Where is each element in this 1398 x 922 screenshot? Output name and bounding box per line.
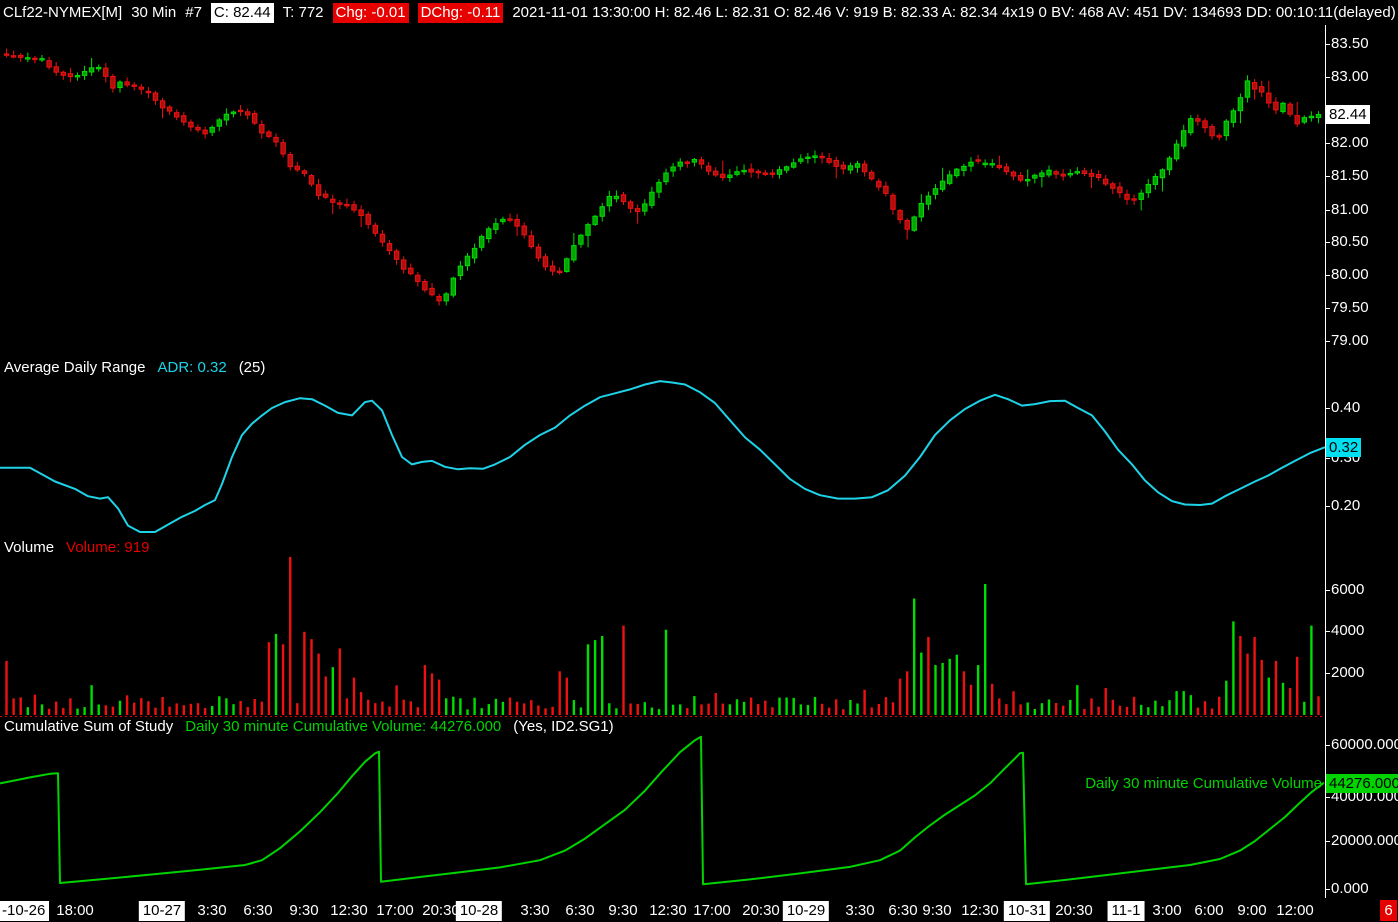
time-scale-time-label: 12:00 [1276,902,1314,919]
last-price-tag: 82.44 [1326,105,1370,124]
scale-value-label[interactable]: 82.00 [1331,134,1369,152]
cumulative-study-label: Cumulative Sum of Study Daily 30 minute C… [4,718,614,735]
scale-value-label[interactable]: 0.40 [1331,399,1360,417]
time-scale-time-label: 3:30 [197,902,227,919]
time-scale-time-label: 6:00 [1194,902,1224,919]
time-scale-time-label: 12:30 [961,902,999,919]
header-segment-4: T: 772 [282,3,324,21]
time-scale-date-label: 11-1 [1107,901,1145,921]
time-scale-time-label: 3:30 [845,902,875,919]
header-segment-0: CLf22-NYMEX[M] [3,3,123,21]
scale-value-label[interactable]: 79.50 [1331,299,1369,317]
scale-value-label[interactable]: 80.50 [1331,233,1369,251]
quote-header: CLf22-NYMEX[M] 30 Min #7 C: 82.44 T: 772 Chg:… [3,1,1396,24]
study-label-segment-0: Volume [4,539,55,556]
time-scale-date-label: 10-27 [138,901,186,921]
adr-line [0,380,1326,533]
study-label-segment-0: Average Daily Range [4,359,146,376]
scale-value-label[interactable]: 20000.000 [1331,832,1398,850]
chart-number-badge: 6 [1380,900,1397,921]
header-segment-3: C: 82.44 [210,2,274,23]
volume-study-label: Volume Volume: 919 [4,539,149,556]
time-scale-date-label: 10-28 [455,901,503,921]
candlesticks [3,53,1322,302]
cumulative-value-tag: 44276.000 [1326,774,1398,793]
time-scale-time-label: 17:00 [376,902,414,919]
header-segment-7: 2021-11-01 13:30:00 H: 82.46 L: 82.31 O:… [512,3,1396,21]
time-scale-date-label: -10-26 [0,901,50,921]
time-scale-time-label: 6:30 [888,902,918,919]
cumulative-volume-line [0,735,1325,886]
study-label-segment-1: Volume: 919 [66,539,150,556]
cumulative-series-label: Daily 30 minute Cumulative Volume [1085,775,1322,792]
time-scale-time-label: 20:30 [422,902,460,919]
header-segment-1: 30 Min [131,3,177,21]
scale-value-label[interactable]: 83.50 [1331,35,1369,53]
time-scale-time-label: 9:30 [922,902,952,919]
scale-value-label[interactable]: 6000 [1331,581,1364,599]
time-scale-time-label: 20:30 [1055,902,1093,919]
scale-value-label[interactable]: 0.000 [1331,880,1369,898]
scale-value-label[interactable]: 2000 [1331,664,1364,682]
study-label-segment-0: Cumulative Sum of Study [4,718,174,735]
study-label-segment-2: (Yes, ID2.SG1) [513,718,614,735]
trading-chart-window: CLf22-NYMEX[M] 30 Min #7 C: 82.44 T: 772 Chg:… [0,0,1398,922]
scale-value-label[interactable]: 4000 [1331,622,1364,640]
scale-value-label[interactable]: 81.00 [1331,201,1369,219]
study-label-segment-1: Daily 30 minute Cumulative Volume: 44276… [185,718,502,735]
scale-value-label[interactable]: 80.00 [1331,266,1369,284]
time-scale-time-label: 9:30 [289,902,319,919]
volume-bars [5,556,1320,715]
time-scale-time-label: 3:00 [1152,902,1182,919]
time-scale-time-label: 12:30 [330,902,368,919]
time-scale-time-label: 6:30 [565,902,595,919]
header-segment-5: Chg: -0.01 [332,2,409,23]
scale-value-label[interactable]: 81.50 [1331,167,1369,185]
study-label-segment-2: (25) [238,359,266,376]
time-scale-time-label: 12:30 [649,902,687,919]
header-segment-2: #7 [185,3,202,21]
scale-value-label[interactable]: 0.20 [1331,497,1360,515]
scale-value-label[interactable]: 79.00 [1331,332,1369,350]
time-scale-time-label: 3:30 [520,902,550,919]
time-scale-time-label: 18:00 [56,902,94,919]
time-scale-date-label: 10-29 [782,901,830,921]
time-scale-date-label: 10-31 [1003,901,1051,921]
scale-value-label[interactable]: 83.00 [1331,68,1369,86]
time-scale-time-label: 9:00 [1237,902,1267,919]
time-scale-time-label: 20:30 [742,902,780,919]
time-scale-time-label: 17:00 [693,902,731,919]
candle-wicks [6,48,1319,306]
study-label-segment-1: ADR: 0.32 [157,359,227,376]
header-segment-6: DChg: -0.11 [417,2,504,23]
time-scale-time-label: 9:30 [608,902,638,919]
time-scale-time-label: 6:30 [243,902,273,919]
adr-study-label: Average Daily Range ADR: 0.32 (25) [4,359,265,376]
scale-value-label[interactable]: 60000.000 [1331,736,1398,754]
adr-value-tag: 0.32 [1326,438,1362,457]
